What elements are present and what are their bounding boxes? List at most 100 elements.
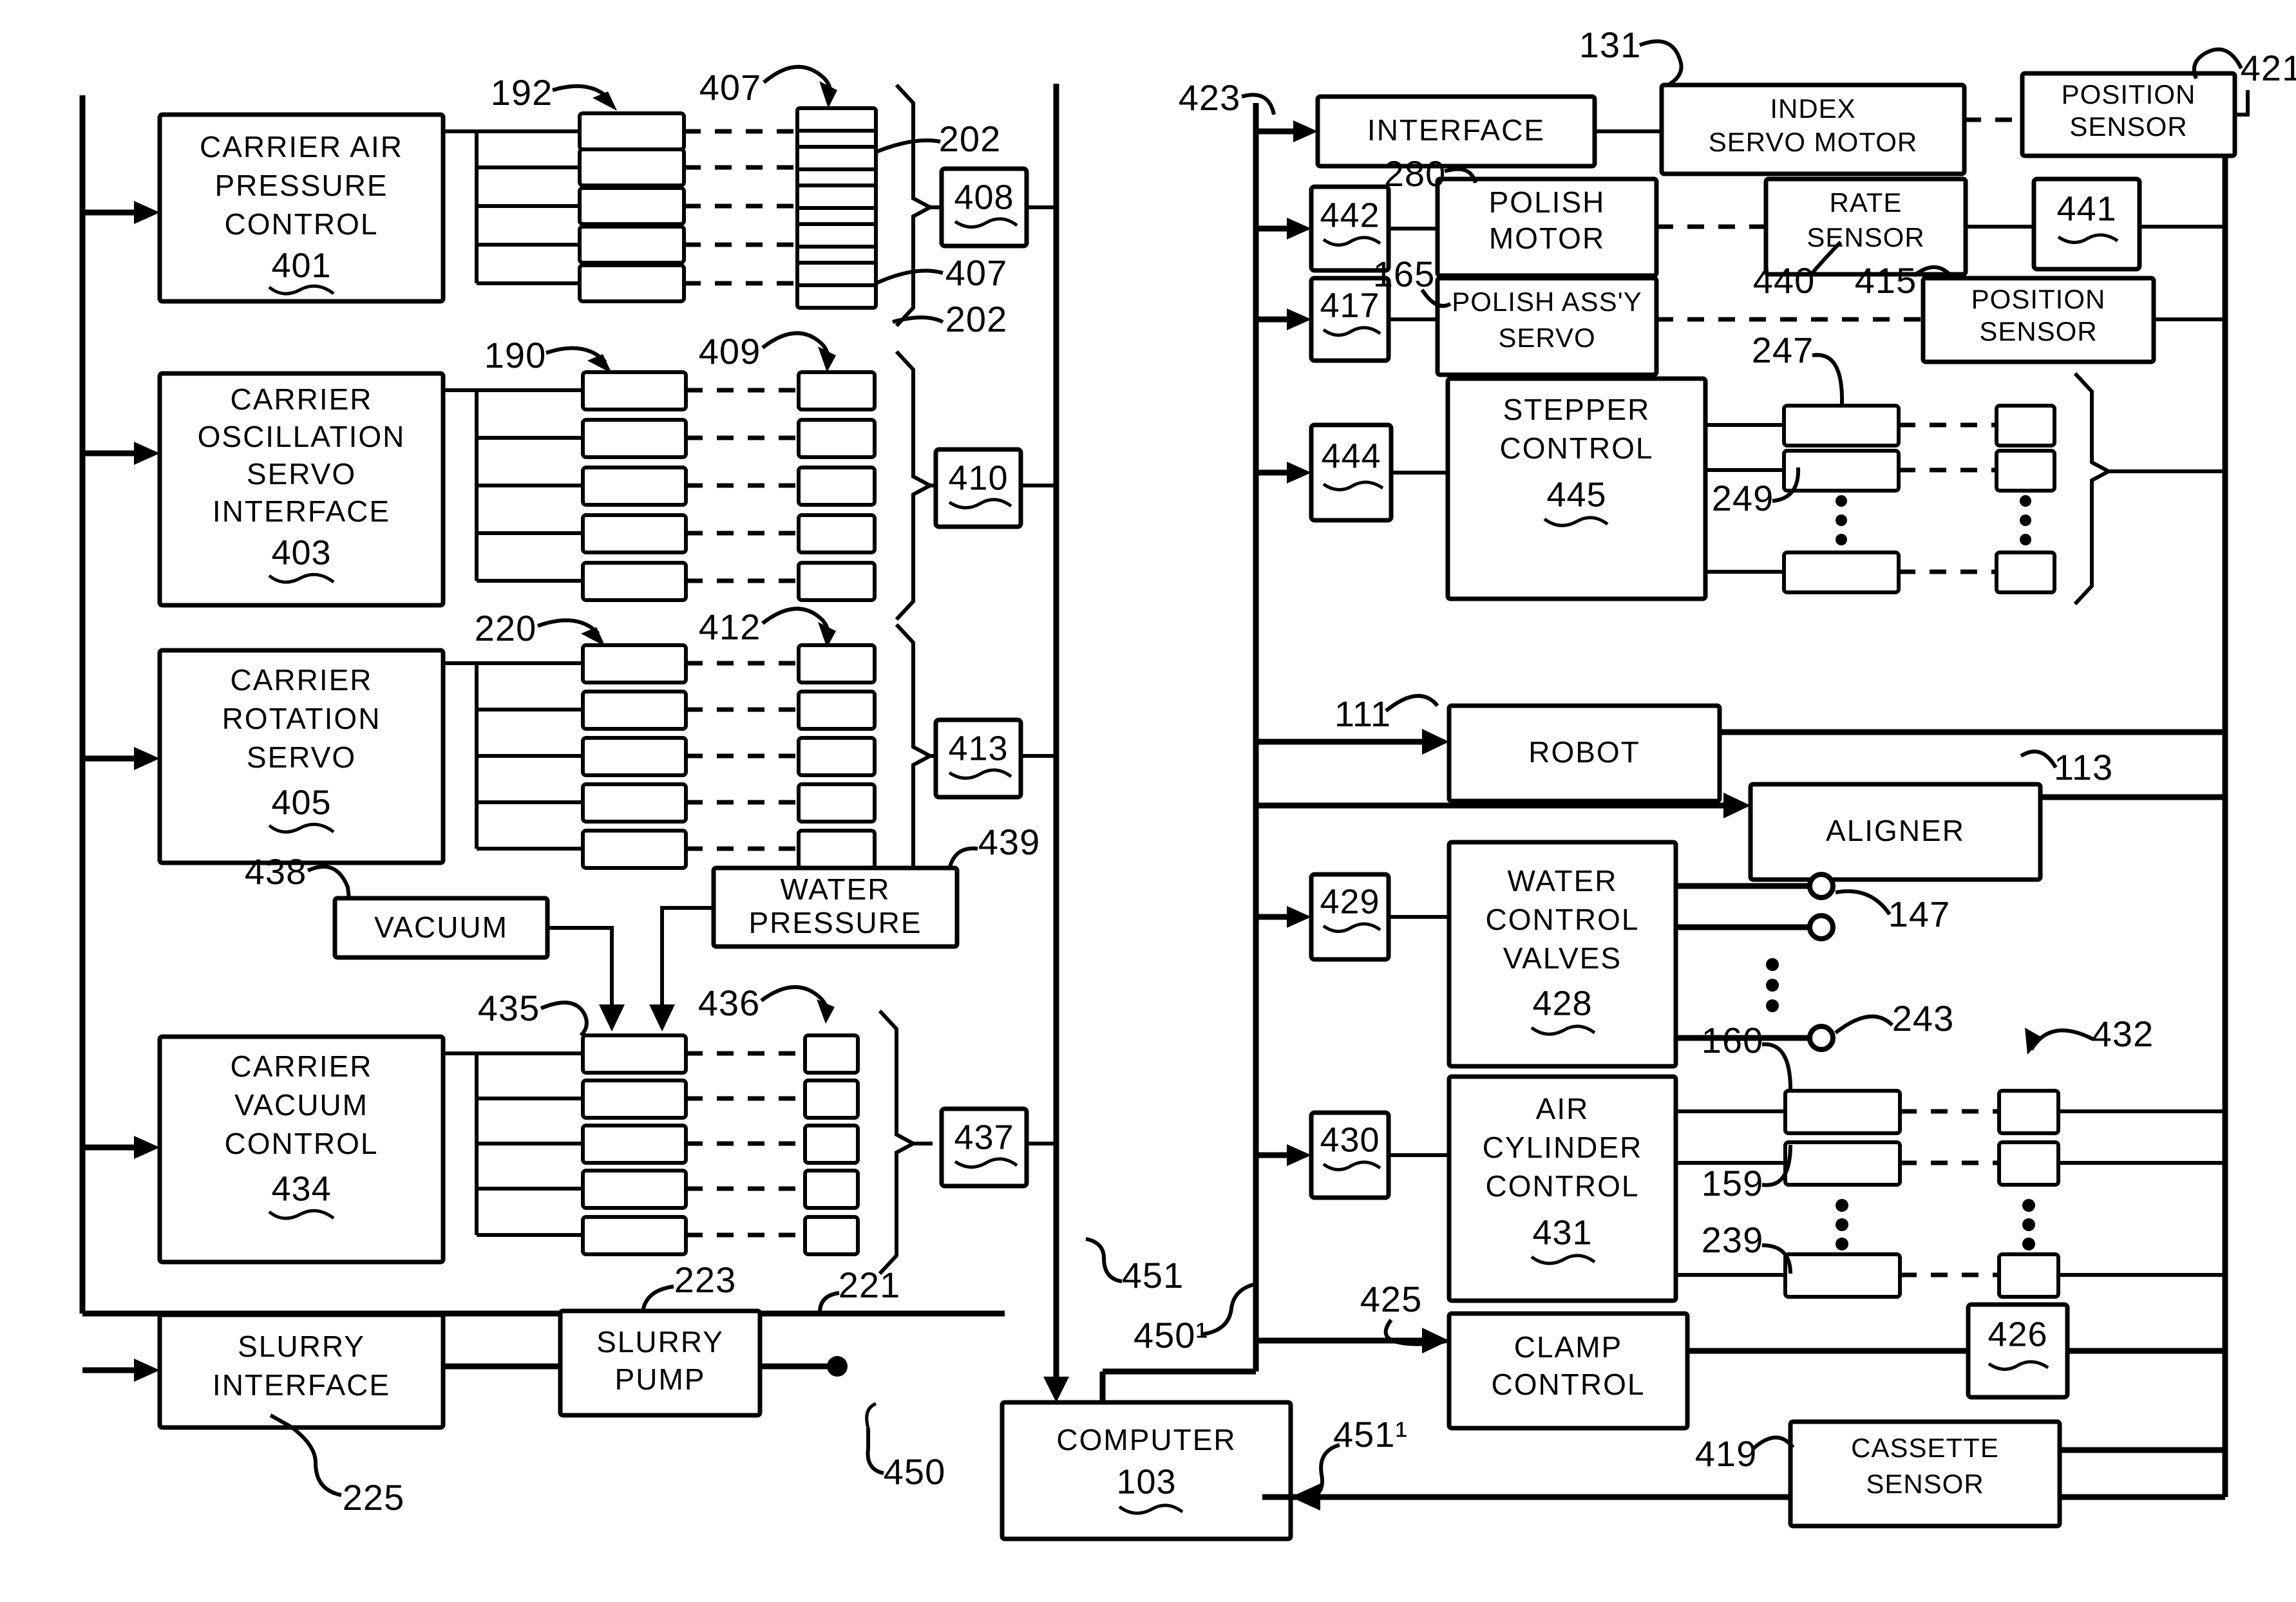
- svg-text:436: 436: [698, 983, 760, 1023]
- computer-ref: 103: [1116, 1462, 1176, 1501]
- small-box-426: 426: [1966, 1302, 2070, 1400]
- index-servo-line-1: INDEX: [1770, 93, 1855, 124]
- callout-450: 450: [865, 1402, 945, 1492]
- svg-text:220: 220: [475, 608, 536, 648]
- block-position-sensor-1: POSITION SENSOR: [2020, 71, 2237, 158]
- callout-202-bottom: 202: [892, 299, 1007, 339]
- block-polish-assy-servo: POLISH ASS'Y SERVO: [1435, 276, 1659, 377]
- stepper-control-line-1: STEPPER: [1503, 393, 1651, 426]
- callout-451-prime: 451¹: [1307, 1414, 1408, 1500]
- block-robot: ROBOT: [1447, 703, 1722, 804]
- block-vacuum: VACUUM: [332, 896, 550, 960]
- dashed-links-407: [684, 129, 797, 286]
- ellipsis-aircyl-right: [2022, 1199, 2035, 1250]
- block-polish-motor: POLISH MOTOR: [1435, 176, 1659, 278]
- water-valves-line-1: WATER: [1508, 864, 1618, 898]
- block-434-line-2: VACUUM: [234, 1088, 368, 1122]
- slurry-interface-line-2: INTERFACE: [213, 1368, 390, 1402]
- callout-239: 239: [1702, 1220, 1792, 1274]
- water-valves-line-3: VALVES: [1503, 941, 1622, 975]
- water-valves-line-2: CONTROL: [1486, 903, 1640, 936]
- block-403-line-2: OSCILLATION: [198, 420, 406, 453]
- svg-text:247: 247: [1752, 330, 1814, 370]
- slurry-pump-line-2: PUMP: [615, 1362, 706, 1396]
- water-pressure-line-2: PRESSURE: [748, 906, 922, 939]
- device-column-436: [803, 1033, 860, 1256]
- block-slurry-interface: SLURRY INTERFACE: [157, 1312, 446, 1430]
- small-box-429-ref: 429: [1320, 882, 1380, 921]
- links-432-to-bus: [2058, 1109, 2225, 1277]
- dashed-links-436: [686, 1051, 805, 1238]
- stepper-control-line-2: CONTROL: [1500, 431, 1654, 465]
- slurry-pump-line-1: SLURRY: [596, 1325, 724, 1359]
- relay-column-160: [1783, 1089, 1902, 1299]
- callout-220: 220: [475, 608, 605, 648]
- svg-text:225: 225: [343, 1477, 404, 1518]
- small-box-441-ref: 441: [2056, 189, 2116, 228]
- bracket-group-413: [895, 623, 935, 889]
- arrow-to-430: [1256, 1144, 1311, 1166]
- block-401-line-3: CONTROL: [225, 207, 379, 241]
- arrow-to-442: [1256, 218, 1311, 240]
- clamp-control-line-1: CLAMP: [1514, 1330, 1622, 1364]
- bus-box-410-ref: 410: [948, 458, 1008, 497]
- svg-text:407: 407: [699, 67, 761, 108]
- svg-text:450: 450: [884, 1451, 945, 1492]
- interface-label: INTERFACE: [1367, 113, 1545, 147]
- small-box-417-ref: 417: [1320, 286, 1380, 325]
- arrow-to-slurry-interface: [82, 1359, 160, 1382]
- block-405-line-3: SERVO: [247, 740, 356, 774]
- bracket-group-408: [895, 83, 935, 328]
- arrow-to-417: [1256, 308, 1311, 330]
- callout-113: 113: [2020, 747, 2112, 787]
- callout-407-bottom: 407: [875, 252, 1007, 293]
- block-434-line-3: CONTROL: [225, 1127, 379, 1160]
- svg-text:202: 202: [945, 299, 1007, 339]
- block-401-line-2: PRESSURE: [214, 169, 388, 202]
- water-valves-ref: 428: [1532, 984, 1592, 1022]
- bus-box-437-ref: 437: [954, 1118, 1014, 1156]
- relay-column-435: [581, 1033, 688, 1256]
- svg-text:223: 223: [674, 1259, 736, 1300]
- callout-147: 147: [1835, 889, 1950, 934]
- diagram-svg: CARRIER AIR PRESSURE CONTROL 401 408 192…: [79, 24, 2296, 1541]
- callout-131: 131: [1579, 24, 1684, 87]
- small-box-429: 429: [1309, 872, 1391, 962]
- callout-439: 439: [947, 822, 1040, 870]
- block-carrier-air-pressure-control: CARRIER AIR PRESSURE CONTROL 401: [157, 112, 446, 304]
- callout-160: 160: [1702, 1020, 1792, 1090]
- right-bus-outline: [1099, 103, 1259, 1402]
- relay-column-192: [578, 111, 686, 303]
- svg-text:438: 438: [245, 851, 307, 892]
- dashed-links-409: [686, 388, 799, 583]
- slurry-pump-output: [760, 1356, 848, 1377]
- dashed-links-aircyl: [1900, 1109, 1999, 1277]
- pos-sensor-1-line-1: POSITION: [2062, 79, 2196, 109]
- computer-label: COMPUTER: [1056, 1423, 1236, 1456]
- arrow-to-444: [1256, 462, 1311, 484]
- callout-436: 436: [698, 983, 835, 1024]
- svg-text:439: 439: [978, 822, 1040, 862]
- callout-111: 111: [1334, 693, 1439, 734]
- bus-box-408: 408: [939, 166, 1029, 249]
- svg-text:415: 415: [1855, 260, 1917, 301]
- svg-text:435: 435: [478, 988, 540, 1028]
- ellipsis-valves: [1766, 958, 1779, 1012]
- bus-box-437: 437: [939, 1106, 1029, 1189]
- svg-text:192: 192: [491, 72, 553, 113]
- callout-190: 190: [484, 335, 612, 375]
- small-box-430-ref: 430: [1320, 1120, 1380, 1159]
- block-403-ref: 403: [271, 533, 331, 572]
- svg-text:280: 280: [1384, 153, 1446, 194]
- callout-412: 412: [699, 607, 836, 648]
- svg-text:423: 423: [1179, 77, 1240, 118]
- bus-box-413: 413: [933, 717, 1023, 800]
- robot-label: ROBOT: [1528, 735, 1640, 769]
- patent-figure-canvas: CARRIER AIR PRESSURE CONTROL 401 408 192…: [0, 0, 2296, 1602]
- rows-405: [443, 661, 583, 851]
- bus-451-prime: 451¹: [1333, 1414, 1408, 1455]
- clamp-control-line-2: CONTROL: [1492, 1368, 1646, 1401]
- relay-column-190: [581, 370, 688, 602]
- bracket-group-stepper: [2073, 372, 2113, 606]
- bracket-group-410: [895, 350, 935, 621]
